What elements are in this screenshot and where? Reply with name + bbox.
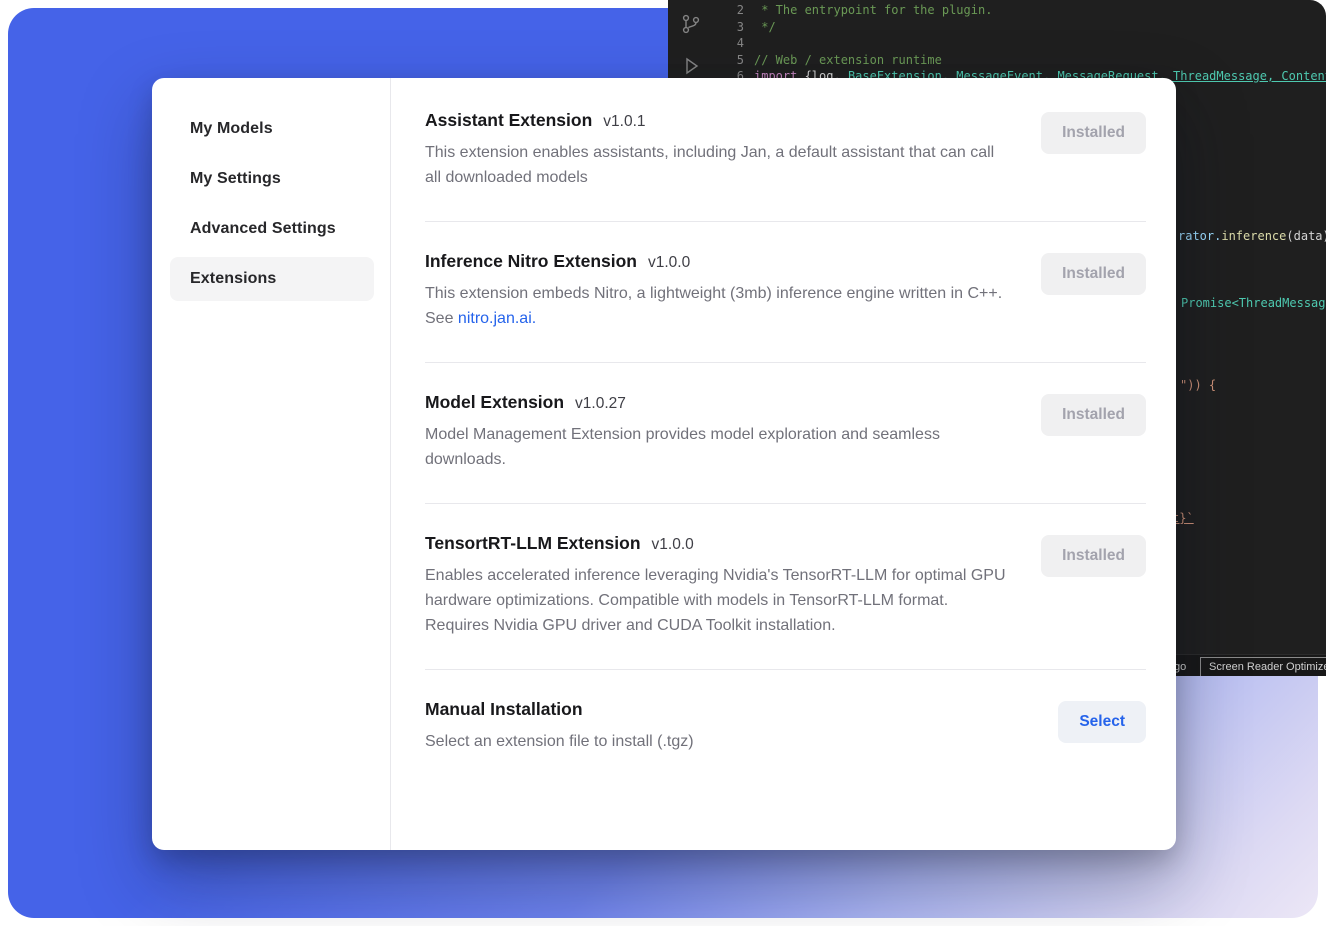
extension-title: Assistant Extension [425,110,592,131]
desktop-background: 2 3 4 5 6 * The entrypoint for the plugi… [0,0,1326,926]
extension-title: TensortRT-LLM Extension [425,533,641,554]
extension-title: Inference Nitro Extension [425,251,637,272]
extension-title: Model Extension [425,392,564,413]
installed-button[interactable]: Installed [1041,112,1146,154]
extension-version: v1.0.0 [648,254,690,272]
settings-modal: My Models My Settings Advanced Settings … [152,78,1176,850]
manual-installation-title: Manual Installation [425,699,583,720]
settings-sidebar: My Models My Settings Advanced Settings … [152,78,391,850]
extension-description: This extension enables assistants, inclu… [425,140,1010,190]
extension-section-nitro: Inference Nitro Extension v1.0.0 This ex… [425,222,1146,363]
extension-version: v1.0.1 [603,113,645,131]
extension-description: Enables accelerated inference leveraging… [425,563,1010,638]
code-line-5: // Web / extension runtime [754,53,942,67]
extension-description: Model Management Extension provides mode… [425,422,1010,472]
manual-installation-description: Select an extension file to install (.tg… [425,729,694,754]
extensions-panel: Assistant Extension v1.0.1 This extensio… [391,78,1176,850]
code-fragment-inference-call: rator.inference(data)); [1178,228,1326,245]
installed-button[interactable]: Installed [1041,394,1146,436]
extension-description: This extension embeds Nitro, a lightweig… [425,281,1010,331]
screen-reader-optimized-button[interactable]: Screen Reader Optimized [1200,657,1326,676]
select-file-button[interactable]: Select [1058,701,1146,743]
code-fragment-string-close: ")) { [1180,377,1216,394]
nitro-jan-ai-link[interactable]: nitro.jan.ai. [458,310,536,327]
sidebar-item-advanced-settings[interactable]: Advanced Settings [170,207,374,251]
code-line-3: */ [754,20,776,34]
installed-button[interactable]: Installed [1041,253,1146,295]
extension-section-tensorrt: TensortRT-LLM Extension v1.0.0 Enables a… [425,504,1146,670]
extension-version: v1.0.27 [575,395,626,413]
code-line-2: * The entrypoint for the plugin. [754,3,992,17]
sidebar-item-my-models[interactable]: My Models [170,107,374,151]
manual-installation-section: Manual Installation Select an extension … [425,670,1146,785]
editor-line-numbers: 2 3 4 5 6 [668,2,744,85]
editor-code: * The entrypoint for the plugin. */ // W… [754,2,1326,85]
sidebar-item-my-settings[interactable]: My Settings [170,157,374,201]
installed-button[interactable]: Installed [1041,535,1146,577]
extension-section-model: Model Extension v1.0.27 Model Management… [425,363,1146,504]
extension-version: v1.0.0 [652,536,694,554]
code-fragment-promise-type: Promise<ThreadMessage> [1181,295,1326,312]
extension-section-assistant: Assistant Extension v1.0.1 This extensio… [425,78,1146,222]
sidebar-item-extensions[interactable]: Extensions [170,257,374,301]
